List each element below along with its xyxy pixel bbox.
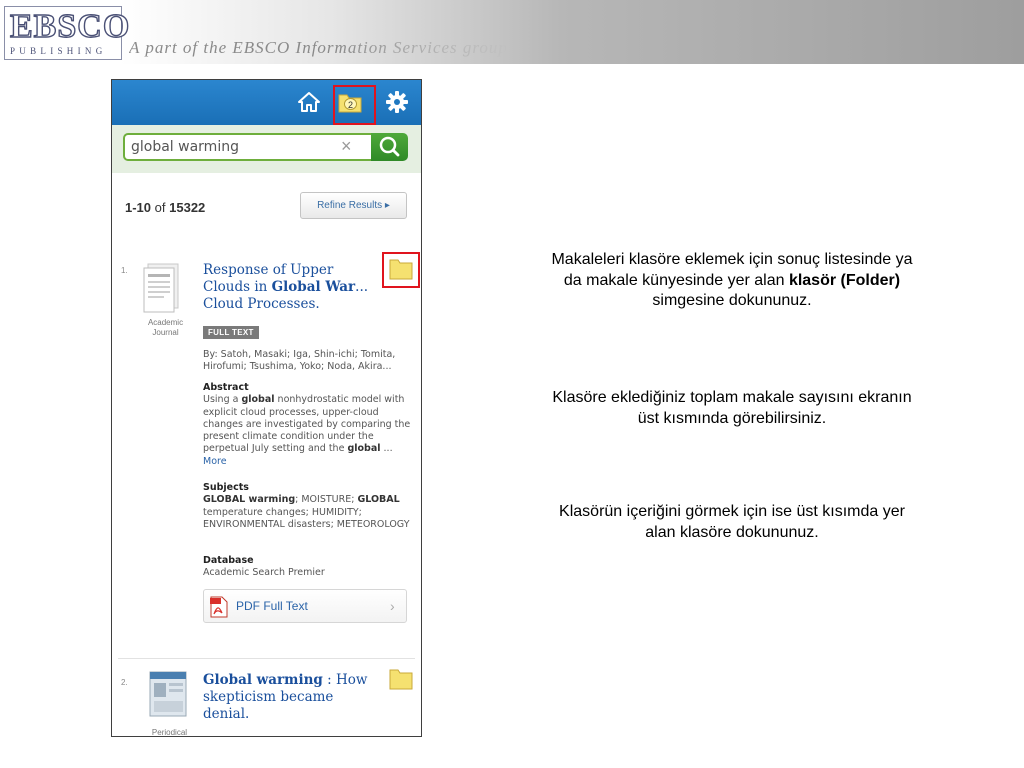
instruction-folder-count: Klasöre eklediğiniz toplam makale sayısı… xyxy=(552,389,912,427)
more-link[interactable]: More xyxy=(203,456,227,467)
title-highlight: Global War xyxy=(271,279,356,295)
chevron-right-icon: › xyxy=(390,598,395,614)
result-authors: By: Satoh, Masaki; Iga, Shin-ichi; Tomit… xyxy=(203,349,396,373)
result-title-link[interactable]: Global warming : How skepticism became d… xyxy=(203,672,383,723)
abstract-section: Abstract Using a global nonhydrostatic m… xyxy=(203,382,415,468)
abstract-text: Using a global nonhydrostatic model with… xyxy=(203,394,411,455)
result-type: Periodical xyxy=(151,728,188,737)
result-type-line1: Academic xyxy=(147,318,184,327)
subjects-text: GLOBAL warming; MOISTURE; GLOBAL tempera… xyxy=(203,494,410,530)
app-top-bar: 2 xyxy=(112,80,421,125)
pdf-icon xyxy=(210,596,228,618)
home-icon[interactable] xyxy=(297,90,321,114)
search-area: global warming × xyxy=(112,125,421,173)
database-section: Database Academic Search Premier xyxy=(203,555,415,580)
result-rank: 2. xyxy=(121,678,128,687)
subjects-heading: Subjects xyxy=(203,482,249,493)
periodical-icon xyxy=(149,671,187,717)
result-type: Academic Journal xyxy=(138,318,193,338)
result-of: of xyxy=(154,200,166,215)
result-count: 1-10 of 15322 xyxy=(125,200,205,215)
ebsco-logo: EBSCO PUBLISHING xyxy=(4,6,130,60)
mobile-app-screenshot: 2 global warming × 1-10 of 15322 Refine … xyxy=(111,79,422,737)
academic-journal-icon xyxy=(143,263,179,313)
pdf-full-text-button[interactable]: PDF Full Text › xyxy=(203,589,407,623)
refine-results-button[interactable]: Refine Results ▸ xyxy=(300,192,407,219)
logo-wordmark: EBSCO xyxy=(9,8,131,45)
folder-icon-highlight xyxy=(333,85,376,125)
abstract-heading: Abstract xyxy=(203,382,249,393)
add-to-folder-highlight xyxy=(382,252,420,288)
database-name: Academic Search Premier xyxy=(203,567,325,579)
instruction-add-to-folder: Makaleleri klasöre eklemek için sonuç li… xyxy=(548,250,916,312)
database-heading: Database xyxy=(203,555,254,566)
search-input[interactable]: global warming xyxy=(123,133,371,161)
result-total: 15322 xyxy=(169,200,206,215)
result-rank: 1. xyxy=(121,266,128,275)
result-divider xyxy=(118,658,415,659)
title-highlight: Global warming xyxy=(203,672,323,688)
full-text-badge: FULL TEXT xyxy=(203,326,259,339)
slide-header: EBSCO PUBLISHING A part of the EBSCO Inf… xyxy=(0,0,1024,64)
result-title-link[interactable]: Response of Upper Clouds in Global War..… xyxy=(203,262,381,313)
settings-gear-icon[interactable] xyxy=(385,90,409,114)
add-to-folder-icon[interactable] xyxy=(389,668,413,690)
search-icon xyxy=(379,136,400,157)
subjects-section: Subjects GLOBAL warming; MOISTURE; GLOBA… xyxy=(203,482,415,531)
search-button[interactable] xyxy=(371,133,408,161)
logo-subtitle: PUBLISHING xyxy=(10,46,107,56)
result-type-line2: Journal xyxy=(152,328,179,337)
pdf-label: PDF Full Text xyxy=(236,599,308,613)
result-range: 1-10 xyxy=(125,200,152,215)
instruction-view-folder: Klasörün içeriğini görmek için ise üst k… xyxy=(559,503,905,541)
instruction-emphasis: klasör (Folder) xyxy=(788,271,901,289)
instruction-text: simgesine dokununuz. xyxy=(652,292,812,310)
clear-search-icon[interactable]: × xyxy=(341,136,352,156)
header-tagline: A part of the EBSCO Information Services… xyxy=(129,38,508,57)
